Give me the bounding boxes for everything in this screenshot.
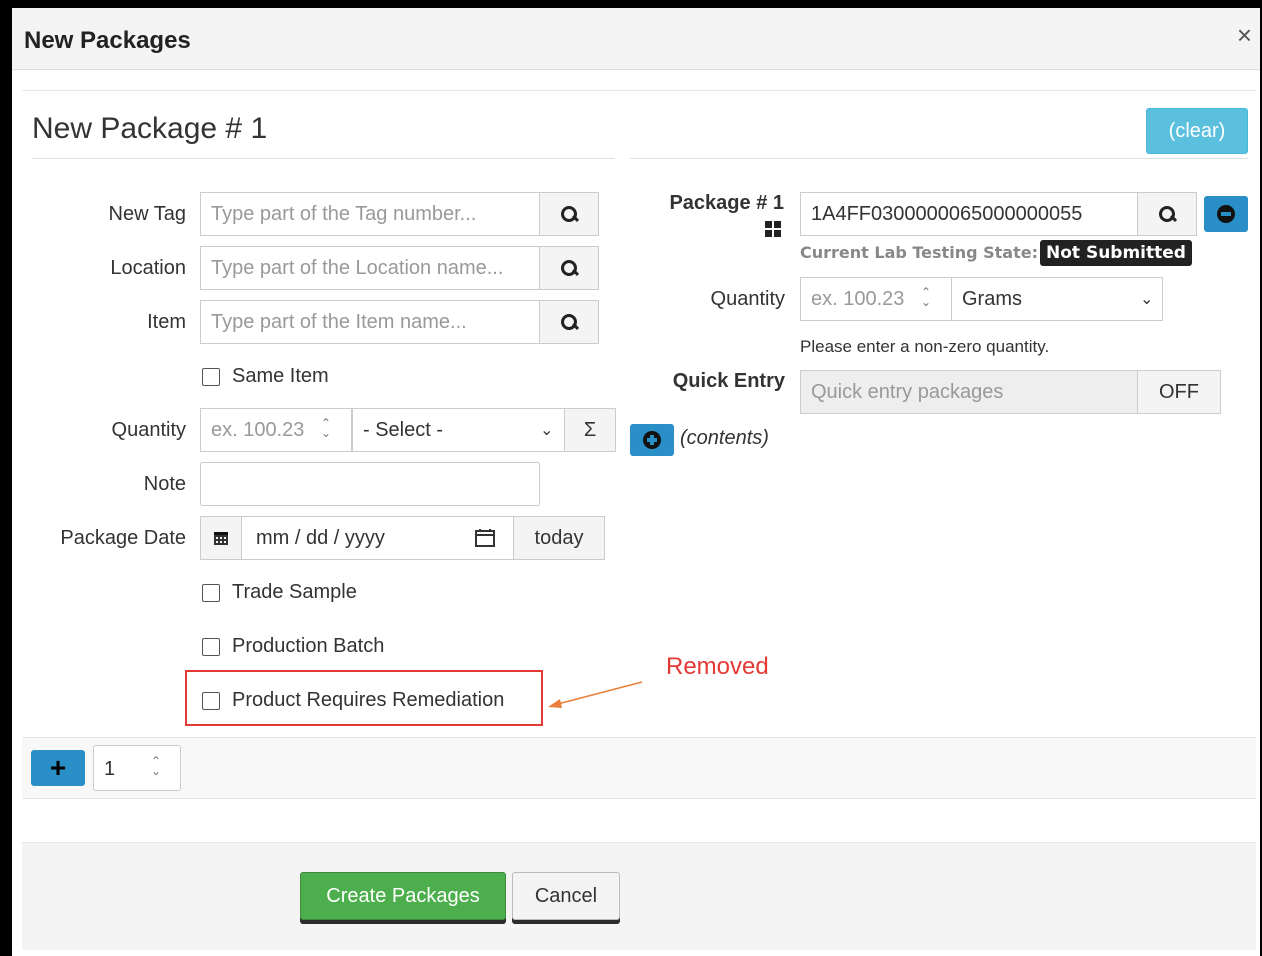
package-count-input[interactable]: 1 <box>93 745 181 791</box>
unit-select-right[interactable]: Grams <box>951 277 1163 321</box>
new-tag-label: New Tag <box>108 203 186 225</box>
plus-circle-icon <box>643 431 661 449</box>
quantity-label: Quantity <box>111 419 186 441</box>
new-tag-input[interactable]: Type part of the Tag number... <box>200 192 540 236</box>
quick-entry-input[interactable]: Quick entry packages <box>800 370 1140 414</box>
today-button[interactable]: today <box>513 516 605 560</box>
cancel-button[interactable]: Cancel <box>512 872 620 920</box>
divider <box>630 158 1248 159</box>
lab-state-badge: Not Submitted <box>1040 240 1192 266</box>
package-date-label: Package Date <box>60 527 186 549</box>
annotation-arrow <box>548 681 643 708</box>
production-batch-label: Production Batch <box>232 635 385 657</box>
stepper-icon[interactable]: ⌃ ⌄ <box>148 755 164 780</box>
search-icon <box>1158 205 1176 223</box>
barcode-icon[interactable] <box>765 221 781 237</box>
minus-circle-icon <box>1217 205 1235 223</box>
chevron-down-icon: ⌄ <box>540 422 554 439</box>
item-input[interactable]: Type part of the Item name... <box>200 300 540 344</box>
sum-button[interactable]: Σ <box>564 408 616 452</box>
divider <box>32 158 615 159</box>
unit-select[interactable]: - Select - <box>352 408 565 452</box>
package-number-input[interactable]: 1A4FF0300000065000000055 <box>800 192 1140 236</box>
lab-state-label: Current Lab Testing State: <box>800 243 1038 262</box>
stepper-icon[interactable]: ⌃ ⌄ <box>918 286 934 311</box>
quantity-label-right: Quantity <box>710 288 785 310</box>
contents-label: (contents) <box>680 427 769 449</box>
location-input[interactable]: Type part of the Location name... <box>200 246 540 290</box>
location-label: Location <box>110 257 186 279</box>
stepper-icon[interactable]: ⌃ ⌄ <box>318 417 334 442</box>
add-package-button[interactable]: + <box>31 750 85 786</box>
dialog-title: New Packages <box>24 27 191 54</box>
date-picker-icon[interactable] <box>474 528 496 553</box>
trade-sample-label: Trade Sample <box>232 581 357 603</box>
package-heading: New Package # 1 <box>32 112 268 145</box>
removed-highlight-box <box>185 670 543 726</box>
item-search-button[interactable] <box>539 300 599 344</box>
clear-button[interactable]: (clear) <box>1146 108 1248 154</box>
dialog-footer <box>22 842 1256 950</box>
package-search-button[interactable] <box>1137 192 1197 236</box>
same-item-checkbox[interactable] <box>202 368 220 386</box>
package-number-label: Package # 1 <box>669 192 784 214</box>
search-icon <box>560 205 578 223</box>
same-item-label: Same Item <box>232 365 329 387</box>
quick-entry-label: Quick Entry <box>672 370 785 392</box>
quick-entry-toggle[interactable]: OFF <box>1137 370 1221 414</box>
add-package-bar <box>22 737 1256 799</box>
trade-sample-checkbox[interactable] <box>202 584 220 602</box>
create-packages-button[interactable]: Create Packages <box>300 872 506 920</box>
item-label: Item <box>147 311 186 333</box>
calendar-icon <box>200 516 242 560</box>
chevron-down-icon: ⌄ <box>1140 291 1154 308</box>
close-icon[interactable]: × <box>1237 22 1252 48</box>
search-icon <box>560 259 578 277</box>
quantity-hint: Please enter a non-zero quantity. <box>800 337 1050 356</box>
location-search-button[interactable] <box>539 246 599 290</box>
removed-annotation: Removed <box>666 653 769 680</box>
note-label: Note <box>143 473 186 495</box>
add-contents-button[interactable] <box>630 424 674 456</box>
production-batch-checkbox[interactable] <box>202 638 220 656</box>
dialog-header: New Packages × <box>12 8 1260 70</box>
new-tag-search-button[interactable] <box>539 192 599 236</box>
note-input[interactable] <box>200 462 540 506</box>
remove-package-button[interactable] <box>1204 196 1248 232</box>
search-icon <box>560 313 578 331</box>
